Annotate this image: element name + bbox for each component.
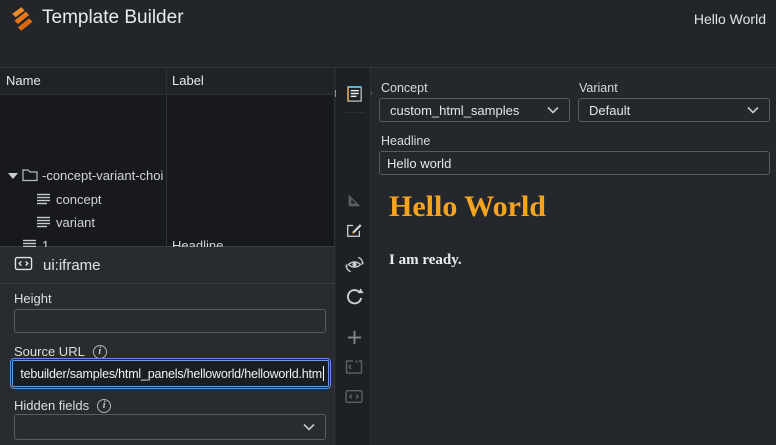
auto-preview-icon[interactable] — [344, 254, 364, 274]
variant-select[interactable]: Default — [578, 98, 770, 122]
divider — [0, 283, 334, 284]
template-name: Hello World — [694, 11, 766, 27]
concept-label: Concept — [381, 81, 428, 95]
side-toolbar — [336, 68, 371, 445]
code-icon — [14, 256, 33, 274]
height-input[interactable] — [14, 309, 326, 333]
headline-label: Headline — [381, 134, 430, 148]
source-url-input[interactable]: tebuilder/samples/html_panels/helloworld… — [12, 360, 329, 387]
app-logo-icon — [10, 6, 37, 33]
tree-column-label: Label — [172, 73, 204, 88]
text-lines-icon — [36, 215, 51, 232]
edit-icon[interactable] — [344, 220, 364, 240]
variant-label: Variant — [579, 81, 618, 95]
tree-row-variant[interactable]: variant — [0, 211, 334, 234]
hidden-fields-label: Hidden fields i — [14, 398, 111, 413]
text-lines-icon — [36, 192, 51, 209]
insert-code-icon — [344, 386, 364, 406]
top-bar: Template Builder Hello World — [0, 0, 776, 38]
insert-script-icon — [344, 357, 364, 377]
preview-heading: Hello World — [389, 190, 546, 224]
concept-select[interactable]: custom_html_samples — [379, 98, 570, 122]
chevron-down-icon — [547, 106, 559, 114]
divider — [342, 112, 365, 113]
tab-bar: Scenes Fill-in Form Template Properties … — [0, 38, 776, 68]
preview-body: I am ready. — [389, 252, 462, 269]
headline-input[interactable] — [379, 151, 770, 175]
info-icon[interactable]: i — [97, 399, 111, 413]
tree-header-row: Name Label — [0, 68, 334, 95]
properties-title: ui:iframe — [43, 257, 101, 274]
source-url-label: Source URL i — [14, 344, 107, 359]
fill-in-form-panel-icon[interactable] — [344, 83, 364, 103]
template-builder-window: Template Builder Hello World Scenes Fill… — [0, 0, 776, 445]
add-icon — [344, 327, 364, 347]
ruler-icon — [344, 190, 364, 210]
height-label: Height — [14, 291, 52, 306]
chevron-down-icon — [747, 106, 759, 114]
chevron-down-icon — [303, 423, 315, 431]
tree-row-concept-variant-choice[interactable]: -concept-variant-choic — [0, 164, 334, 187]
tree-column-name: Name — [6, 73, 41, 88]
fill-in-form-panel: Concept custom_html_samples Variant Defa… — [372, 68, 776, 445]
iframe-properties-panel: ui:iframe Height Source URL i tebuilder/… — [0, 247, 335, 445]
tree-row-concept[interactable]: concept — [0, 188, 334, 211]
caret-down-icon[interactable] — [8, 173, 18, 179]
folder-icon — [22, 168, 38, 185]
text-caret — [323, 366, 324, 381]
refresh-icon[interactable] — [344, 286, 364, 306]
info-icon[interactable]: i — [93, 345, 107, 359]
app-title: Template Builder — [42, 7, 184, 29]
hidden-fields-select[interactable] — [14, 414, 326, 440]
field-tree-panel: Name Label -concept-variant-choic concep… — [0, 68, 335, 247]
